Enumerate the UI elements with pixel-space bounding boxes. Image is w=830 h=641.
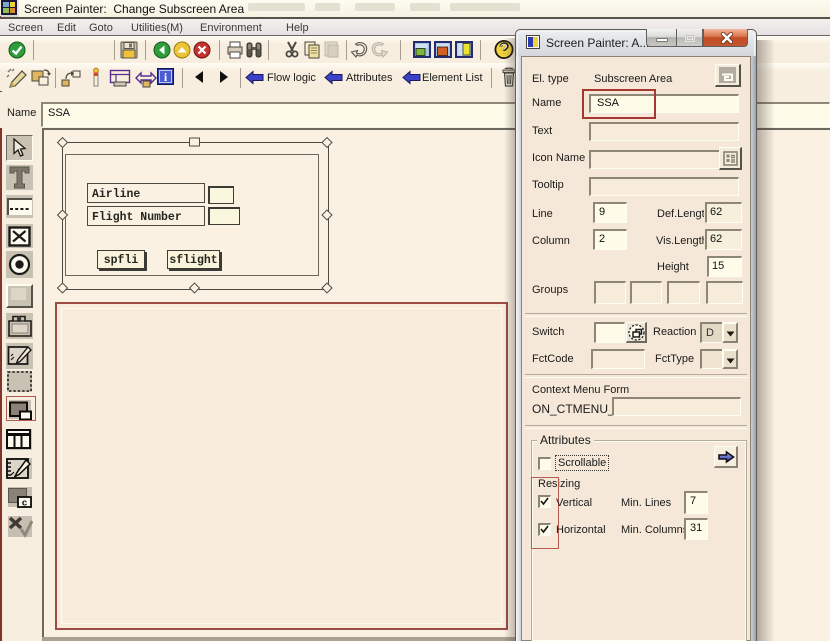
svg-text:c: c [22, 498, 27, 509]
